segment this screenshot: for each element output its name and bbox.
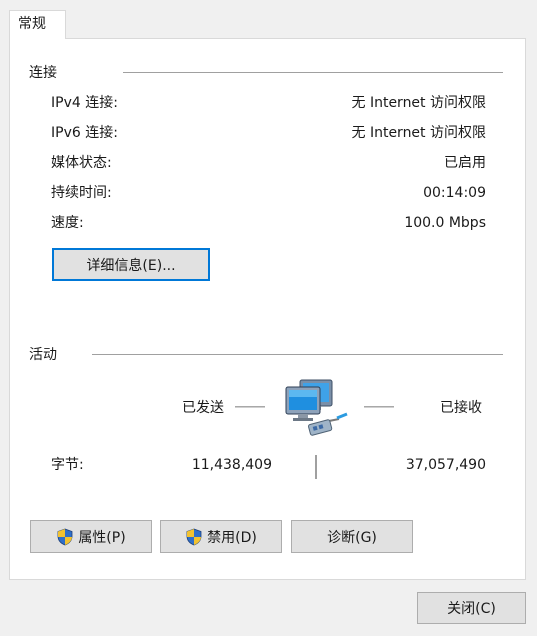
activity-divider — [92, 354, 503, 355]
speed-label: 速度: — [51, 215, 84, 231]
uac-shield-icon — [186, 528, 202, 545]
general-panel — [9, 38, 526, 580]
received-label: 已接收 — [440, 400, 482, 416]
diagnose-button[interactable]: 诊断(G) — [291, 520, 413, 553]
close-button-label: 关闭(C) — [447, 601, 496, 617]
speed-value: 100.0 Mbps — [404, 215, 486, 231]
close-button[interactable]: 关闭(C) — [417, 592, 526, 624]
ipv6-value: 无 Internet 访问权限 — [351, 125, 487, 141]
duration-label: 持续时间: — [51, 185, 112, 201]
ipv4-label: IPv4 连接: — [51, 95, 118, 111]
connection-section-title: 连接 — [29, 65, 57, 81]
ipv6-label: IPv6 连接: — [51, 125, 118, 141]
bytes-received-value: 37,057,490 — [405, 457, 486, 473]
sent-label: 已发送 — [182, 400, 224, 416]
details-button[interactable]: 详细信息(E)... — [52, 248, 210, 281]
properties-button-label: 属性(P) — [78, 529, 126, 546]
duration-value: 00:14:09 — [423, 185, 486, 201]
network-computers-icon — [283, 378, 353, 436]
diagnose-button-label: 诊断(G) — [327, 529, 377, 546]
bytes-sent-value: 11,438,409 — [191, 457, 272, 473]
properties-button[interactable]: 属性(P) — [30, 520, 152, 553]
ipv4-value: 无 Internet 访问权限 — [351, 95, 487, 111]
details-button-label: 详细信息(E)... — [86, 257, 176, 274]
tab-general[interactable]: 常规 — [9, 10, 66, 39]
activity-section-title: 活动 — [29, 347, 57, 363]
media-state-value: 已启用 — [444, 155, 486, 171]
uac-shield-icon — [57, 528, 73, 545]
tab-general-label: 常规 — [18, 16, 46, 32]
media-state-label: 媒体状态: — [51, 155, 112, 171]
bytes-label: 字节: — [51, 457, 84, 473]
disable-button-label: 禁用(D) — [207, 529, 257, 546]
connection-divider — [123, 72, 503, 73]
sent-line — [235, 406, 265, 408]
bytes-separator — [315, 455, 317, 479]
received-line — [364, 406, 394, 408]
disable-button[interactable]: 禁用(D) — [160, 520, 282, 553]
